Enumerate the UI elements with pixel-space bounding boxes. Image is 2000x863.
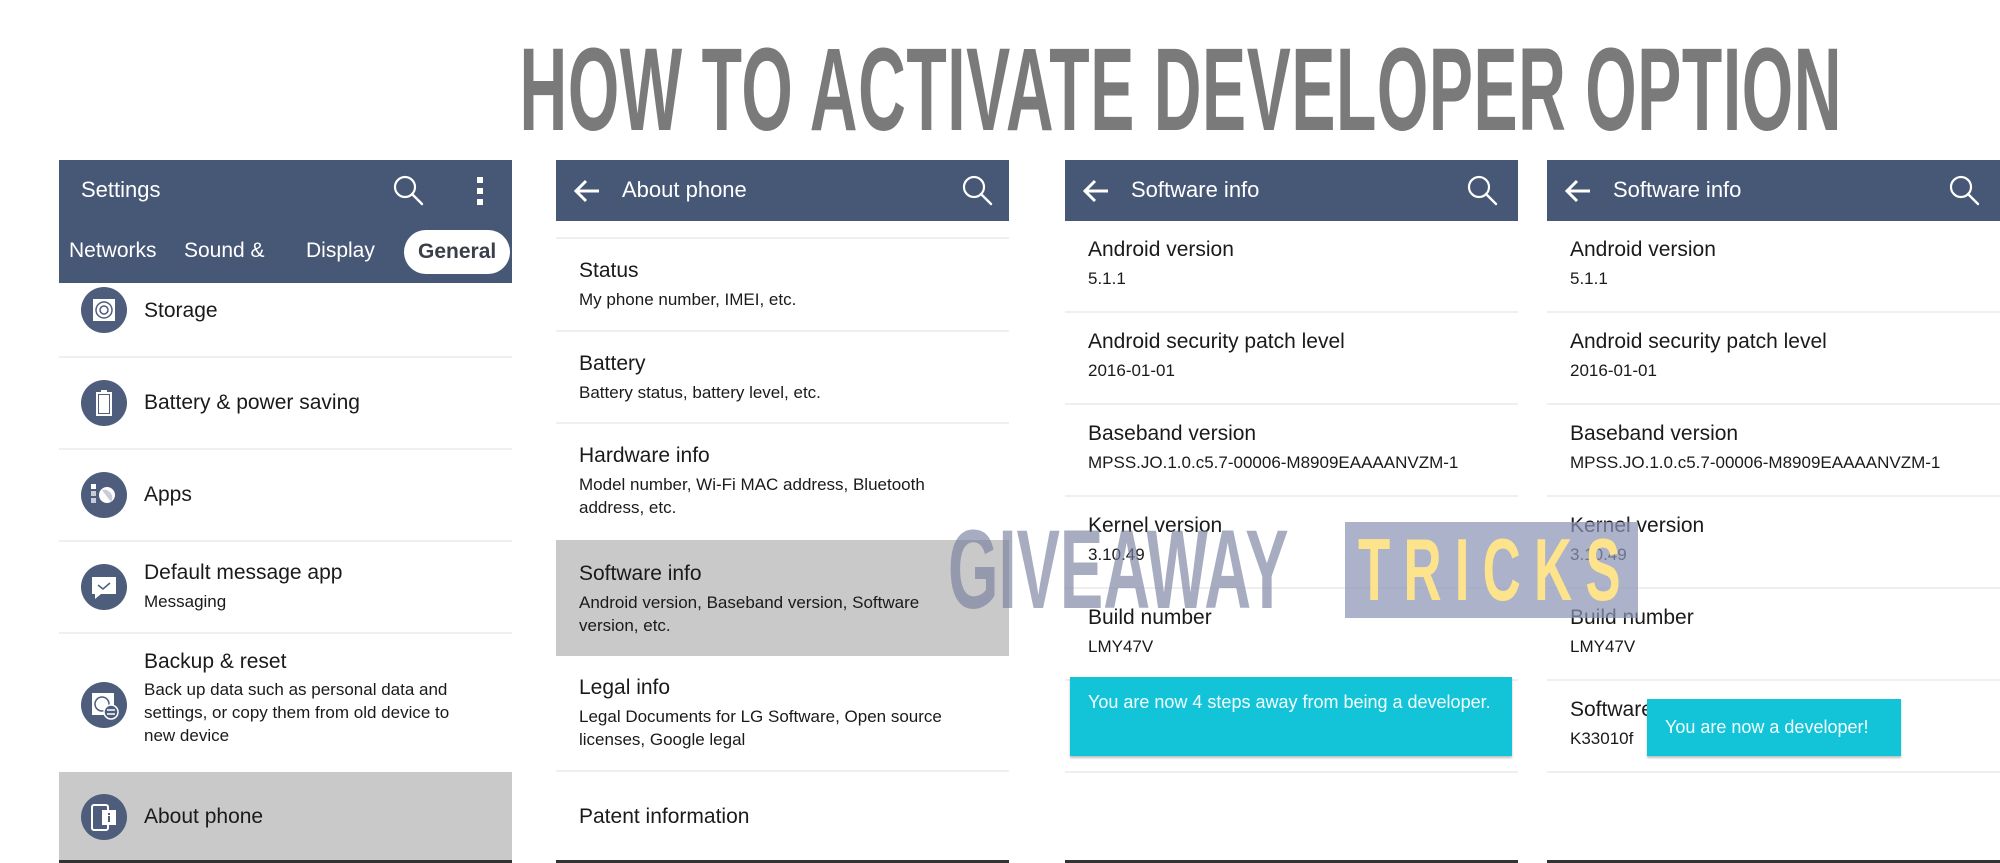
app-bar-title: About phone [622,177,747,202]
tab-sound[interactable]: Sound & [184,239,265,263]
item-title: Default message app [144,561,343,584]
back-arrow-icon[interactable] [572,176,602,206]
info-item-build-number[interactable]: Build number LMY47V [1547,589,2000,681]
info-item-baseband-version[interactable]: Baseband version MPSS.JO.1.0.c5.7-00006-… [1547,405,2000,497]
item-value: MPSS.JO.1.0.c5.7-00006-M8909EAAAANVZM-1 [1088,453,1459,472]
battery-icon [81,380,127,426]
info-item-kernel-version[interactable]: Kernel version 3.10.49 [1065,497,1518,589]
apps-icon [81,472,127,518]
item-subtitle: Messaging [144,592,227,611]
item-title: About phone [144,805,264,828]
item-title: Hardware info [579,444,710,467]
item-subtitle: Android version, Baseband version, Softw… [579,593,920,635]
item-value: LMY47V [1088,637,1154,656]
about-item-patent-information[interactable]: Patent information [556,772,1009,863]
info-item-security-patch[interactable]: Android security patch level 2016-01-01 [1547,313,2000,405]
app-bar: Software info [1065,160,1518,221]
settings-item-default-message-app[interactable]: Default message app Messaging [59,542,512,634]
divider [556,221,1009,239]
about-item-hardware-info[interactable]: Hardware info Model number, Wi-Fi MAC ad… [556,424,1009,540]
settings-item-battery[interactable]: Battery & power saving [59,358,512,450]
item-title: Android security patch level [1088,330,1345,353]
search-icon[interactable] [1947,173,1981,207]
app-bar: About phone [556,160,1009,221]
app-bar: Settings [59,160,512,221]
app-bar: Software info [1547,160,2000,221]
app-bar-title: Software info [1131,177,1260,202]
item-value: MPSS.JO.1.0.c5.7-00006-M8909EAAAANVZM-1 [1570,453,1941,472]
item-title: Kernel version [1570,514,1705,537]
item-value: 5.1.1 [1088,269,1126,288]
search-icon[interactable] [1465,173,1499,207]
app-bar-title: Settings [81,177,161,202]
tab-networks[interactable]: Networks [69,239,157,263]
about-item-battery[interactable]: Battery Battery status, battery level, e… [556,332,1009,424]
headline: HOW TO ACTIVATE DEVELOPER OPTION [0,24,2000,156]
item-title: Kernel version [1088,514,1223,537]
back-arrow-icon[interactable] [1563,176,1593,206]
item-title: Android version [1088,238,1234,261]
item-value: 5.1.1 [1570,269,1608,288]
item-subtitle: Back up data such as personal data and s… [144,680,450,745]
item-value: 2016-01-01 [1570,361,1657,380]
item-title: Storage [144,299,218,322]
message-icon [81,564,127,610]
settings-item-backup-reset[interactable]: Backup & reset Back up data such as pers… [59,634,512,772]
item-title: Baseband version [1570,422,1739,445]
item-title: Backup & reset [144,650,287,673]
item-subtitle: Legal Documents for LG Software, Open so… [579,707,942,749]
settings-item-storage[interactable]: Storage [59,283,512,358]
toast-steps-away: You are now 4 steps away from being a de… [1070,677,1512,756]
search-icon[interactable] [960,173,994,207]
item-subtitle: Battery status, battery level, etc. [579,383,821,402]
item-title: Baseband version [1088,422,1257,445]
item-value: 2016-01-01 [1088,361,1175,380]
toast-developer: You are now a developer! [1647,699,1901,756]
app-bar-title: Software info [1613,177,1742,202]
item-title: Battery & power saving [144,391,360,414]
item-title: Android version [1570,238,1716,261]
settings-item-about-phone[interactable]: About phone [59,772,512,863]
item-subtitle: Model number, Wi-Fi MAC address, Bluetoo… [579,475,925,517]
about-item-legal-info[interactable]: Legal info Legal Documents for LG Softwa… [556,656,1009,772]
item-value: LMY47V [1570,637,1636,656]
about-phone-icon [81,794,127,840]
item-value: 3.10.49 [1088,545,1145,564]
settings-screen: Settings Networks Sound & Display Genera… [59,160,512,863]
item-title: Software info [579,562,702,585]
settings-item-apps[interactable]: Apps [59,450,512,542]
item-title: Build number [1570,606,1694,629]
info-item-android-version[interactable]: Android version 5.1.1 [1065,221,1518,313]
item-title: Legal info [579,676,671,699]
item-title: Battery [579,352,646,375]
item-title: Build number [1088,606,1212,629]
item-subtitle: My phone number, IMEI, etc. [579,290,797,309]
info-item-baseband-version[interactable]: Baseband version MPSS.JO.1.0.c5.7-00006-… [1065,405,1518,497]
tab-display[interactable]: Display [306,239,375,263]
info-item-android-version[interactable]: Android version 5.1.1 [1547,221,2000,313]
software-info-screen-developer: Software info Android version 5.1.1 Andr… [1547,160,2000,863]
back-arrow-icon[interactable] [1081,176,1111,206]
item-title: Patent information [579,805,750,828]
info-item-kernel-version[interactable]: Kernel version 3.10.49 [1547,497,2000,589]
storage-icon [81,287,127,333]
item-title: Apps [144,483,192,506]
info-item-security-patch[interactable]: Android security patch level 2016-01-01 [1065,313,1518,405]
item-value: K33010f [1570,729,1634,748]
about-item-status[interactable]: Status My phone number, IMEI, etc. [556,239,1009,332]
more-vert-icon[interactable] [475,176,485,206]
software-info-screen-step: Software info Android version 5.1.1 Andr… [1065,160,1518,863]
item-value: 3.10.49 [1570,545,1627,564]
headline-text: HOW TO ACTIVATE DEVELOPER OPTION [519,24,1842,156]
tab-general[interactable]: General [404,230,511,274]
about-phone-screen: About phone Status My phone number, IMEI… [556,160,1009,863]
backup-icon [81,682,127,728]
info-item-build-number[interactable]: Build number LMY47V [1065,589,1518,681]
about-item-software-info[interactable]: Software info Android version, Baseband … [556,540,1009,656]
settings-tabs: Networks Sound & Display General [59,221,512,283]
item-title: Android security patch level [1570,330,1827,353]
search-icon[interactable] [391,173,425,207]
item-title: Status [579,259,639,282]
